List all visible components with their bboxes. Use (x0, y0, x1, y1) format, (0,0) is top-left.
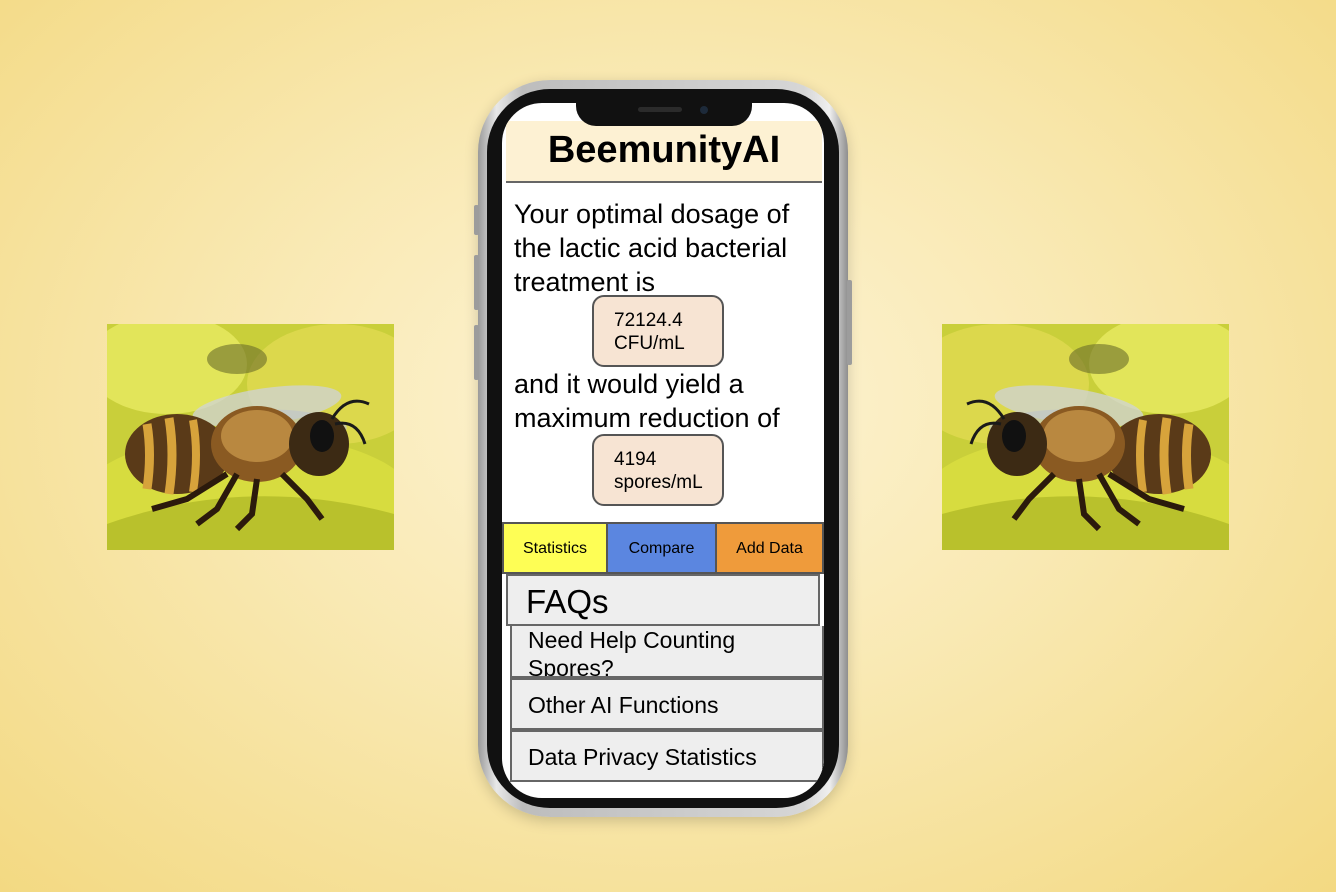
tab-statistics[interactable]: Statistics (502, 522, 608, 574)
bee-photo-right (942, 324, 1229, 550)
faq-item-data-privacy[interactable]: Data Privacy Statistics (510, 730, 824, 782)
faq-title: FAQs (506, 574, 820, 626)
front-camera (700, 106, 708, 114)
reduction-unit: spores/mL (614, 472, 703, 493)
dosage-intro-text: Your optimal dosage of the lactic acid b… (514, 199, 790, 297)
phone-volume-up-button (474, 255, 479, 310)
faq-item-ai-functions[interactable]: Other AI Functions (510, 678, 824, 730)
phone-side-button (474, 205, 479, 235)
bee-photo-left (107, 324, 394, 550)
tab-compare[interactable]: Compare (606, 522, 717, 574)
phone-screen: BeemunityAI Your optimal dosage of the l… (502, 103, 824, 798)
app-title: BeemunityAI (547, 129, 781, 171)
reduction-intro-text: and it would yield a maximum reduction o… (514, 369, 780, 433)
faq-item-counting-spores[interactable]: Need Help Counting Spores? (510, 626, 824, 678)
speaker-grille (638, 107, 682, 112)
action-tabs: Statistics Compare Add Data (502, 522, 824, 574)
reduction-value-box: 4194 spores/mL (592, 434, 724, 506)
phone-volume-down-button (474, 325, 479, 380)
dosage-value: 72124.4 (614, 310, 683, 331)
tab-add-data[interactable]: Add Data (715, 522, 824, 574)
phone-power-button (847, 280, 852, 365)
dosage-value-box: 72124.4 CFU/mL (592, 295, 724, 367)
reduction-value: 4194 (614, 449, 657, 470)
phone-notch (576, 100, 752, 126)
dosage-unit: CFU/mL (614, 333, 685, 354)
app-header: BeemunityAI (506, 121, 822, 183)
